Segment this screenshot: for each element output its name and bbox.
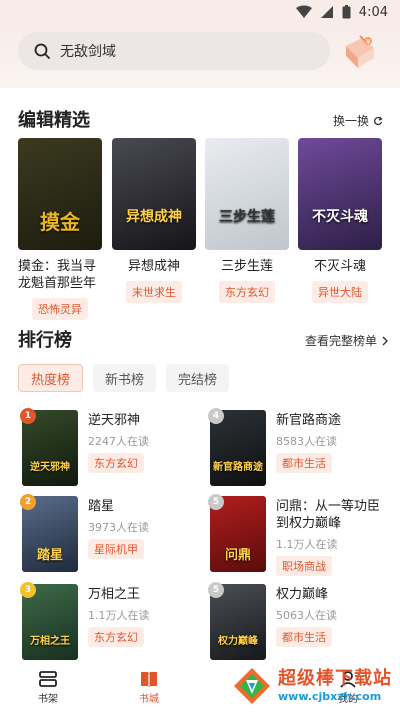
cover-title-art: 权力巅峰 bbox=[218, 636, 258, 647]
genre-tag[interactable]: 恐怖灵异 bbox=[32, 298, 88, 320]
tab-new[interactable]: 新书榜 bbox=[93, 364, 157, 392]
svg-text:¥: ¥ bbox=[366, 38, 371, 46]
nav-bookshelf-label: 书架 bbox=[38, 694, 58, 705]
ranking-info: 踏星 3973人在读星际机甲 bbox=[88, 498, 204, 559]
status-bar: 4:04 bbox=[0, 0, 400, 24]
ranking-item[interactable]: 踏星 2 踏星 3973人在读星际机甲 bbox=[20, 494, 204, 572]
ranking-info: 万相之王 1.1万人在读东方玄幻 bbox=[88, 586, 204, 647]
cover-title-art: 摸金 bbox=[40, 210, 80, 234]
reader-count: 8583人在读 bbox=[276, 435, 337, 448]
genre-tag[interactable]: 都市生活 bbox=[276, 453, 332, 473]
wifi-icon bbox=[295, 5, 312, 18]
nav-bookstore-label: 书城 bbox=[139, 694, 159, 705]
chevron-right-icon bbox=[382, 336, 389, 345]
search-icon bbox=[34, 43, 50, 59]
watermark-url: www.cjbxzh.com bbox=[278, 690, 382, 703]
reader-count: 1.1万人在读 bbox=[88, 609, 150, 622]
genre-tag[interactable]: 异世大陆 bbox=[312, 281, 368, 303]
book-title: 万相之王 bbox=[88, 587, 141, 602]
editor-picks-title: 编辑精选 bbox=[18, 110, 90, 131]
nav-bookstore[interactable]: 书城 bbox=[139, 670, 159, 705]
view-all-ranking-link[interactable]: 查看完整榜单 bbox=[305, 332, 389, 349]
ranking-tabs: 热度榜 新书榜 完结榜 bbox=[18, 364, 230, 392]
search-input[interactable]: 无敌剑域 bbox=[18, 32, 330, 70]
editor-pick-card[interactable]: 不灭斗魂 不灭斗魂 异世大陆 bbox=[298, 138, 382, 303]
tab-finished[interactable]: 完结榜 bbox=[166, 364, 230, 392]
tab-hot[interactable]: 热度榜 bbox=[18, 364, 84, 392]
rank-badge: 3 bbox=[20, 582, 36, 598]
cover-title-art: 逆天邪神 bbox=[30, 462, 70, 473]
ranking-info: 问鼎：从一等功臣到权力巅峰 1.1万人在读职场商战 bbox=[276, 498, 392, 576]
ranking-info: 新官路商途 8583人在读都市生活 bbox=[276, 412, 392, 473]
reader-count: 1.1万人在读 bbox=[276, 538, 338, 551]
book-title: 问鼎：从一等功臣到权力巅峰 bbox=[276, 499, 381, 531]
editor-pick-card[interactable]: 三步生莲 三步生莲 东方玄幻 bbox=[205, 138, 289, 303]
ranking-info: 权力巅峰 5063人在读都市生活 bbox=[276, 586, 392, 647]
reader-count: 3973人在读 bbox=[88, 521, 149, 534]
refresh-icon bbox=[374, 116, 383, 125]
cover-title-art: 问鼎 bbox=[224, 548, 251, 563]
view-all-label: 查看完整榜单 bbox=[305, 334, 378, 348]
book-title: 不灭斗魂 bbox=[313, 259, 366, 274]
book-cover[interactable]: 异想成神 bbox=[112, 138, 196, 250]
rank-badge: 5 bbox=[208, 494, 224, 510]
refresh-button[interactable]: 换一换 bbox=[333, 112, 383, 129]
cover-title-art: 万相之王 bbox=[30, 636, 70, 647]
signal-icon bbox=[320, 6, 333, 18]
nav-bookshelf[interactable]: 书架 bbox=[38, 670, 58, 705]
rank-badge: 4 bbox=[208, 408, 224, 424]
reader-count: 2247人在读 bbox=[88, 435, 149, 448]
rank-badge: 5 bbox=[208, 582, 224, 598]
gift-icon[interactable]: ¥ bbox=[340, 32, 380, 72]
editor-pick-card[interactable]: 异想成神 异想成神 末世求生 bbox=[112, 138, 196, 303]
ranking-info: 逆天邪神 2247人在读东方玄幻 bbox=[88, 412, 204, 473]
genre-tag[interactable]: 职场商战 bbox=[276, 556, 332, 576]
genre-tag[interactable]: 东方玄幻 bbox=[219, 281, 275, 303]
cover-title-art: 新官路商途 bbox=[213, 462, 263, 473]
ranking-item[interactable]: 权力巅峰 5 权力巅峰 5063人在读都市生活 bbox=[208, 582, 392, 660]
watermark-logo-icon bbox=[232, 666, 272, 706]
book-title: 摸金：我当寻龙魁首那些年 bbox=[18, 259, 97, 291]
watermark: 超级棒下载站 www.cjbxzh.com bbox=[232, 660, 400, 712]
cover-title-art: 三步生莲 bbox=[219, 209, 275, 225]
watermark-name: 超级棒下载站 bbox=[278, 668, 392, 689]
bookstore-icon bbox=[141, 672, 157, 687]
status-time: 4:04 bbox=[358, 4, 388, 20]
genre-tag[interactable]: 星际机甲 bbox=[88, 539, 144, 559]
refresh-label: 换一换 bbox=[333, 114, 370, 128]
genre-tag[interactable]: 末世求生 bbox=[126, 281, 182, 303]
book-title: 权力巅峰 bbox=[276, 587, 329, 602]
book-cover[interactable]: 不灭斗魂 bbox=[298, 138, 382, 250]
editor-pick-card[interactable]: 摸金摸金：我当寻龙魁首那些年恐怖灵异 bbox=[18, 138, 102, 320]
cover-title-art: 不灭斗魂 bbox=[312, 209, 368, 225]
ranking-item[interactable]: 新官路商途 4 新官路商途 8583人在读都市生活 bbox=[208, 408, 392, 486]
ranking-item[interactable]: 万相之王 3 万相之王 1.1万人在读东方玄幻 bbox=[20, 582, 204, 660]
cover-title-art: 异想成神 bbox=[126, 209, 182, 225]
rank-badge: 1 bbox=[20, 408, 36, 424]
genre-tag[interactable]: 都市生活 bbox=[276, 627, 332, 647]
ranking-title: 排行榜 bbox=[18, 330, 72, 351]
book-cover[interactable]: 三步生莲 bbox=[205, 138, 289, 250]
book-title: 逆天邪神 bbox=[88, 413, 141, 428]
ranking-item[interactable]: 问鼎 5 问鼎：从一等功臣到权力巅峰 1.1万人在读职场商战 bbox=[208, 494, 390, 576]
book-cover[interactable]: 摸金 bbox=[18, 138, 102, 250]
book-title: 异想成神 bbox=[127, 259, 180, 274]
bookshelf-icon bbox=[39, 671, 57, 687]
ranking-item[interactable]: 逆天邪神 1 逆天邪神 2247人在读东方玄幻 bbox=[20, 408, 204, 486]
cover-title-art: 踏星 bbox=[36, 548, 63, 563]
book-title: 新官路商途 bbox=[276, 413, 342, 428]
book-title: 三步生莲 bbox=[220, 259, 273, 274]
rank-badge: 2 bbox=[20, 494, 36, 510]
search-query: 无敌剑域 bbox=[60, 44, 116, 60]
book-title: 踏星 bbox=[88, 499, 115, 514]
genre-tag[interactable]: 东方玄幻 bbox=[88, 453, 144, 473]
battery-icon bbox=[342, 5, 351, 19]
genre-tag[interactable]: 东方玄幻 bbox=[88, 627, 144, 647]
header: 无敌剑域 ¥ bbox=[0, 24, 400, 88]
reader-count: 5063人在读 bbox=[276, 609, 337, 622]
